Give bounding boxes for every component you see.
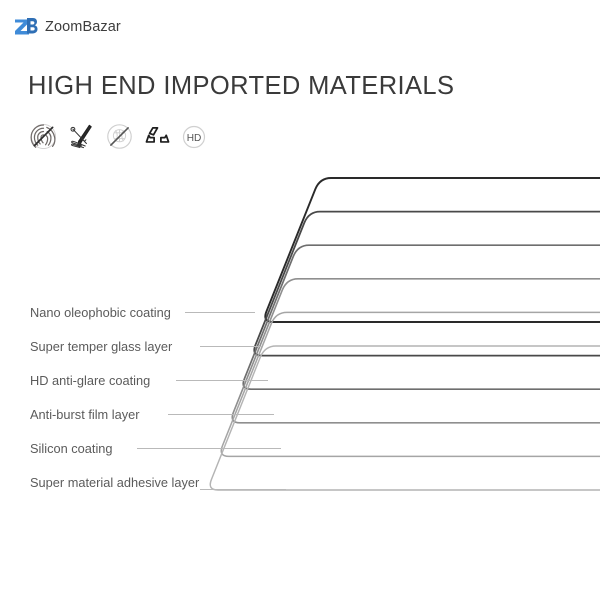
leader-line-5 bbox=[137, 448, 281, 449]
layer-label-5: Silicon coating bbox=[30, 441, 113, 456]
layer-label-4: Anti-burst film layer bbox=[30, 407, 140, 422]
leader-line-2 bbox=[200, 346, 262, 347]
leader-line-3 bbox=[176, 380, 268, 381]
layer-label-3: HD anti-glare coating bbox=[30, 373, 151, 388]
product-infographic-page: ZoomBazar HIGH END IMPORTED MATERIALS HD… bbox=[0, 0, 600, 600]
layer-label-list: Nano oleophobic coating Super temper gla… bbox=[0, 0, 600, 600]
leader-line-1 bbox=[185, 312, 255, 313]
layer-label-6: Super material adhesive layer bbox=[30, 475, 200, 490]
layer-label-2: Super temper glass layer bbox=[30, 339, 173, 354]
leader-line-4 bbox=[168, 414, 274, 415]
layer-label-1: Nano oleophobic coating bbox=[30, 305, 171, 320]
leader-line-6 bbox=[200, 489, 286, 490]
